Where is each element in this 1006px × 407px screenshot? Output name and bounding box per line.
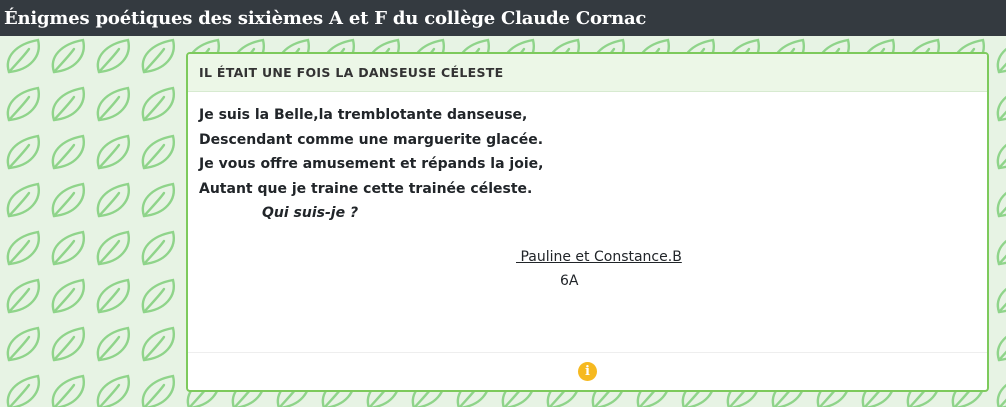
- card-body: Je suis la Belle,la tremblotante danseus…: [188, 92, 987, 352]
- top-navbar: Énigmes poétiques des sixièmes A et F du…: [0, 0, 1006, 36]
- card-footer: i: [188, 352, 987, 390]
- riddle-question: Qui suis-je ?: [262, 205, 359, 221]
- card-header: IL ÉTAIT UNE FOIS LA DANSEUSE CÉLESTE: [188, 54, 987, 92]
- poem-line: Descendant comme une marguerite glacée.: [199, 131, 544, 148]
- poem-line: Autant que je traine cette trainée céles…: [199, 180, 533, 197]
- riddle-card: IL ÉTAIT UNE FOIS LA DANSEUSE CÉLESTE Je…: [186, 52, 989, 392]
- author-class: 6A: [560, 273, 579, 289]
- poem-line: Je vous offre amusement et répands la jo…: [199, 156, 544, 172]
- page-title: Énigmes poétiques des sixièmes A et F du…: [4, 7, 647, 29]
- poem-line: Je suis la Belle,la tremblotante danseus…: [199, 107, 528, 123]
- card-title: IL ÉTAIT UNE FOIS LA DANSEUSE CÉLESTE: [199, 65, 504, 80]
- info-icon[interactable]: i: [578, 362, 597, 381]
- author-names: Pauline et Constance.B: [516, 249, 682, 265]
